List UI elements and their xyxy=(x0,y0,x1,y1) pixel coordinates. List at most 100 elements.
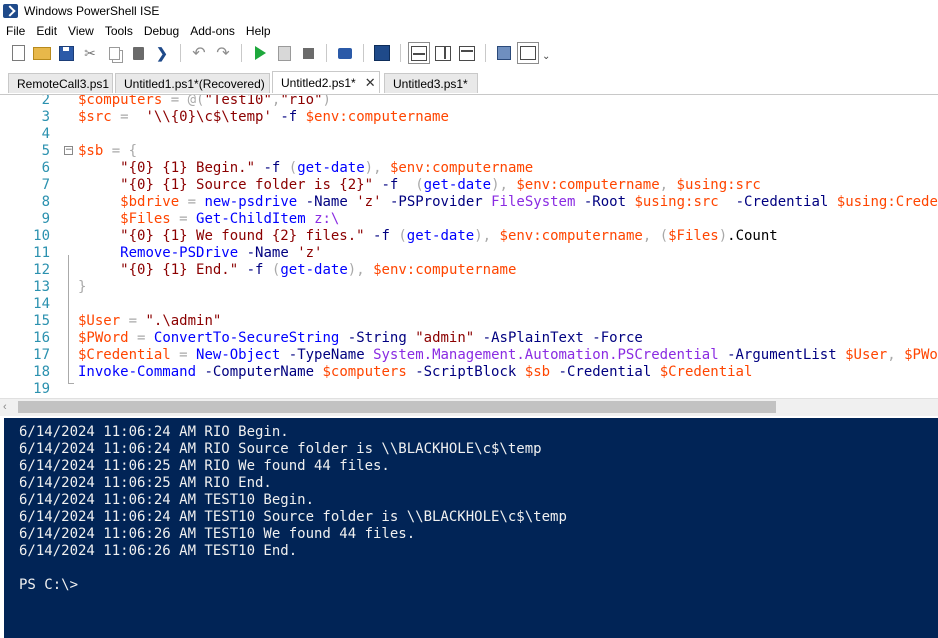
console-pane[interactable]: 6/14/2024 11:06:24 AM RIO Begin. 6/14/20… xyxy=(4,418,938,638)
line-number: 15 xyxy=(33,313,50,329)
code-text: $computers = @("Test10","rio") xyxy=(78,95,331,108)
code-line: 11 Remove-PSDrive -Name 'z' xyxy=(0,245,938,262)
script-editor[interactable]: 2 $computers = @("Test10","rio") 3 $src = … xyxy=(0,95,938,398)
stop-button[interactable] xyxy=(298,43,318,63)
cut-icon: ✂ xyxy=(84,44,96,61)
new-button[interactable] xyxy=(8,43,28,63)
line-number: 13 xyxy=(33,279,50,295)
paste-icon xyxy=(132,46,144,60)
script-pane-right-button[interactable] xyxy=(433,43,453,63)
code-text: "{0} {1} Source folder is {2}" -f (get-d… xyxy=(120,177,761,193)
remote-powershell-button[interactable] xyxy=(335,43,355,63)
script-pane-maximized-button[interactable] xyxy=(457,43,477,63)
undo-button[interactable]: ↶ xyxy=(189,43,209,63)
run-selection-button[interactable] xyxy=(274,43,294,63)
run-script-button[interactable] xyxy=(250,43,270,63)
toolbar-separator xyxy=(241,44,242,62)
collapse-icon[interactable]: − xyxy=(64,146,73,155)
code-line: 15 $User = ".\admin" xyxy=(0,313,938,330)
tab-untitled1[interactable]: Untitled1.ps1*(Recovered) xyxy=(115,73,270,93)
powershell-console-icon xyxy=(374,45,390,61)
script-pane-top-icon xyxy=(411,45,427,61)
copy-button[interactable] xyxy=(104,43,124,63)
console-line: 6/14/2024 11:06:26 AM TEST10 We found 44… xyxy=(19,526,416,542)
console-line: 6/14/2024 11:06:25 AM RIO End. xyxy=(19,475,272,491)
open-button[interactable] xyxy=(32,43,52,63)
menu-edit[interactable]: Edit xyxy=(30,24,62,38)
line-number: 18 xyxy=(33,364,50,380)
code-text: Remove-PSDrive -Name 'z' xyxy=(120,245,323,261)
stop-icon xyxy=(302,47,314,59)
title-bar: Windows PowerShell ISE xyxy=(0,0,938,21)
cut-button[interactable]: ✂ xyxy=(80,43,100,63)
code-text: $Credential = New-Object -TypeName Syste… xyxy=(78,347,938,363)
toolbar-separator xyxy=(363,44,364,62)
editor-horizontal-scrollbar[interactable]: ‹ xyxy=(0,398,938,416)
code-line: 8 $bdrive = new-psdrive -Name 'z' -PSPro… xyxy=(0,194,938,211)
addons-pane-button[interactable] xyxy=(517,42,539,64)
code-line: 3 $src = '\\{0}\c$\temp' -f $env:computer… xyxy=(0,109,938,126)
command-window-button[interactable] xyxy=(494,43,514,63)
code-line: 16 $PWord = ConvertTo-SecureString -Strin… xyxy=(0,330,938,347)
tab-untitled2[interactable]: Untitled2.ps1* ✕ xyxy=(272,71,380,93)
line-number: 8 xyxy=(41,194,50,210)
console-prompt[interactable]: PS C:\> xyxy=(19,577,78,594)
menu-tools[interactable]: Tools xyxy=(99,24,138,38)
tab-label: RemoteCall3.ps1 xyxy=(17,76,110,91)
scroll-left-icon[interactable]: ‹ xyxy=(3,401,7,413)
code-text: $sb = { xyxy=(78,143,138,159)
toolbar: ✂ ❯ ↶ ↷ ⌄ xyxy=(0,40,938,66)
save-button[interactable] xyxy=(56,43,76,63)
addons-pane-icon xyxy=(520,46,536,60)
powershell-button[interactable]: ❯ xyxy=(152,43,172,63)
toolbar-separator xyxy=(400,44,401,62)
menu-file[interactable]: File xyxy=(0,24,30,38)
tab-label: Untitled2.ps1* xyxy=(281,75,356,90)
code-line: 13} xyxy=(0,279,938,296)
code-text: "{0} {1} Begin." -f (get-date), $env:com… xyxy=(120,160,534,176)
console-line: 6/14/2024 11:06:24 AM RIO Begin. xyxy=(19,424,289,440)
code-text: $PWord = ConvertTo-SecureString -String … xyxy=(78,330,643,346)
tab-remotecall3[interactable]: RemoteCall3.ps1 xyxy=(8,73,113,93)
code-line: 5 − $sb = { xyxy=(0,143,938,160)
copy-icon xyxy=(108,46,120,60)
toolbar-separator xyxy=(485,44,486,62)
code-text: $Files = Get-ChildItem z:\ xyxy=(120,211,340,227)
close-tab-icon[interactable]: ✕ xyxy=(365,75,376,91)
script-tabs: RemoteCall3.ps1 Untitled1.ps1*(Recovered… xyxy=(0,71,938,95)
tab-untitled3[interactable]: Untitled3.ps1* xyxy=(384,73,478,93)
console-line: 6/14/2024 11:06:24 AM RIO Source folder … xyxy=(19,441,542,457)
script-pane-top-button[interactable] xyxy=(408,42,430,64)
script-pane-maximized-icon xyxy=(459,45,475,61)
code-text: $src = '\\{0}\c$\temp' -f $env:computern… xyxy=(78,109,449,125)
line-number: 7 xyxy=(41,177,50,193)
powershell-console-button[interactable] xyxy=(372,43,392,63)
window-title: Windows PowerShell ISE xyxy=(24,3,160,18)
remote-powershell-icon xyxy=(338,47,352,59)
paste-button[interactable] xyxy=(128,43,148,63)
line-number: 6 xyxy=(41,160,50,176)
command-window-icon xyxy=(497,46,511,60)
script-pane-right-icon xyxy=(435,45,451,61)
open-icon xyxy=(33,46,51,60)
line-number: 5 xyxy=(41,143,50,159)
code-line: 9 $Files = Get-ChildItem z:\ xyxy=(0,211,938,228)
redo-button[interactable]: ↷ xyxy=(213,43,233,63)
menu-bar: File Edit View Tools Debug Add-ons Help xyxy=(0,21,938,40)
menu-addons[interactable]: Add-ons xyxy=(184,24,240,38)
line-number: 11 xyxy=(33,245,50,261)
code-text: "{0} {1} End." -f (get-date), $env:compu… xyxy=(120,262,517,278)
scrollbar-thumb[interactable] xyxy=(18,401,776,413)
menu-view[interactable]: View xyxy=(62,24,99,38)
console-line: 6/14/2024 11:06:25 AM RIO We found 44 fi… xyxy=(19,458,390,474)
tab-label: Untitled1.ps1*(Recovered) xyxy=(124,76,265,91)
new-icon xyxy=(11,45,25,61)
overflow-icon[interactable]: ⌄ xyxy=(542,51,550,62)
line-number: 10 xyxy=(33,228,50,244)
code-line: 7 "{0} {1} Source folder is {2}" -f (get… xyxy=(0,177,938,194)
line-number: 16 xyxy=(33,330,50,346)
console-line: 6/14/2024 11:06:24 AM TEST10 Source fold… xyxy=(19,509,567,525)
code-line: 4 xyxy=(0,126,938,143)
menu-help[interactable]: Help xyxy=(240,24,276,38)
menu-debug[interactable]: Debug xyxy=(138,24,184,38)
